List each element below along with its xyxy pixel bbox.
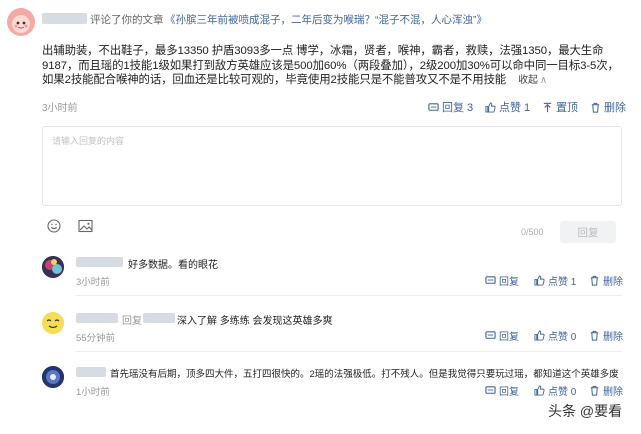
- comment-delete-button[interactable]: 删除: [589, 328, 623, 343]
- post-pin-label: 置顶: [556, 102, 578, 114]
- comment-text: 深入了解 多练练 会发现这英雄多爽: [177, 316, 333, 327]
- char-counter: 0/500: [521, 227, 544, 237]
- trash-icon: [591, 102, 600, 113]
- reply-placeholder: 请输入回复的内容: [52, 136, 125, 146]
- post-like-label: 点赞 1: [499, 102, 531, 114]
- comment-username[interactable]: [76, 367, 106, 377]
- article-title-link[interactable]: 《孙膑三年前被喷成混子，二年后变为喉瑞？“混子不混，人心浑浊”》: [165, 12, 487, 27]
- post-delete-button[interactable]: 删除: [590, 99, 626, 115]
- thumbs-up-icon: [534, 275, 545, 286]
- thumbs-up-icon: [534, 330, 545, 341]
- cartoon-face-icon: [7, 8, 35, 36]
- watermark: 头条 @要看: [548, 403, 623, 419]
- comment-text: 好多数据。看的眼花: [128, 260, 218, 271]
- post-like-button[interactable]: 点赞 1: [485, 99, 530, 115]
- comment-like-button[interactable]: 点赞 0: [534, 328, 576, 343]
- author-avatar[interactable]: [7, 8, 35, 36]
- comment-icon: [428, 102, 439, 111]
- post-delete-label: 删除: [604, 102, 626, 114]
- comment-divider: [76, 295, 622, 296]
- action-text: 评论了你的文章: [90, 14, 164, 26]
- author-username[interactable]: [42, 13, 87, 24]
- trash-icon: [590, 385, 599, 396]
- smiley-icon: [47, 219, 61, 233]
- comment-like-label: 点赞 1: [548, 277, 577, 288]
- comment-avatar[interactable]: [42, 256, 64, 278]
- comment-icon: [485, 386, 496, 394]
- comment-time: 55分钟前: [76, 333, 116, 344]
- chevron-up-icon: ∧: [539, 75, 548, 86]
- comment-time: 3小时前: [76, 277, 110, 288]
- reply-textarea[interactable]: 请输入回复的内容: [42, 126, 622, 206]
- comment-icon: [485, 276, 496, 284]
- comment-avatar[interactable]: [42, 366, 64, 388]
- comment-reply-label: 回复: [499, 277, 519, 288]
- trash-icon: [590, 275, 599, 286]
- comment-delete-button[interactable]: 删除: [589, 273, 623, 288]
- image-upload-button[interactable]: [78, 219, 93, 238]
- reply-target-username[interactable]: [143, 313, 175, 323]
- comment-divider: [76, 351, 622, 352]
- post-reply-button[interactable]: 回复 3: [428, 99, 473, 115]
- submit-reply-label: 回复: [577, 226, 599, 239]
- comment-like-button[interactable]: 点赞 1: [534, 273, 576, 288]
- comment-username[interactable]: [76, 313, 118, 323]
- comment-like-label: 点赞 0: [548, 332, 577, 343]
- submit-reply-button[interactable]: 回复: [560, 221, 616, 243]
- comment-reply-button[interactable]: 回复: [485, 328, 519, 343]
- comment-delete-label: 删除: [603, 277, 623, 288]
- comment-icon: [485, 331, 496, 339]
- pin-top-icon: [543, 102, 552, 112]
- emoji-button[interactable]: [47, 219, 61, 238]
- collapse-label: 收起: [518, 75, 538, 86]
- comment-delete-label: 删除: [603, 387, 623, 398]
- user-photo-icon: [42, 256, 64, 278]
- comment-reply-button[interactable]: 回复: [485, 273, 519, 288]
- comment-like-button[interactable]: 点赞 0: [534, 383, 576, 398]
- thumbs-up-icon: [485, 101, 496, 113]
- comment-delete-label: 删除: [603, 332, 623, 343]
- comment-reply-label: 回复: [499, 332, 519, 343]
- post-pin-button[interactable]: 置顶: [542, 99, 578, 115]
- post-body: 出辅助装，不出鞋子，最多13350 护盾3093多一点 博学，冰霜，贤者，喉神，…: [42, 44, 622, 89]
- user-photo-icon: [42, 366, 64, 388]
- comment-reply-button[interactable]: 回复: [485, 383, 519, 398]
- comment-avatar[interactable]: [42, 312, 64, 334]
- post-time: 3小时前: [42, 103, 78, 114]
- comment-delete-button[interactable]: 删除: [589, 383, 623, 398]
- comment-time: 1小时前: [76, 387, 110, 398]
- trash-icon: [590, 330, 599, 341]
- comment-username[interactable]: [76, 257, 123, 267]
- comment-text: 首先瑶没有后期，顶多四大件，五打四很快的。2瑶的法强极低。打不残人。但是我觉得只…: [110, 369, 619, 380]
- comment-like-label: 点赞 0: [548, 387, 577, 398]
- reply-to-word: 回复: [122, 316, 142, 327]
- post-reply-label: 回复 3: [442, 102, 474, 114]
- thumbs-up-icon: [534, 385, 545, 396]
- emoji-face-icon: [42, 312, 64, 334]
- collapse-link[interactable]: 收起 ∧: [518, 75, 547, 86]
- comment-reply-label: 回复: [499, 387, 519, 398]
- image-icon: [78, 219, 93, 233]
